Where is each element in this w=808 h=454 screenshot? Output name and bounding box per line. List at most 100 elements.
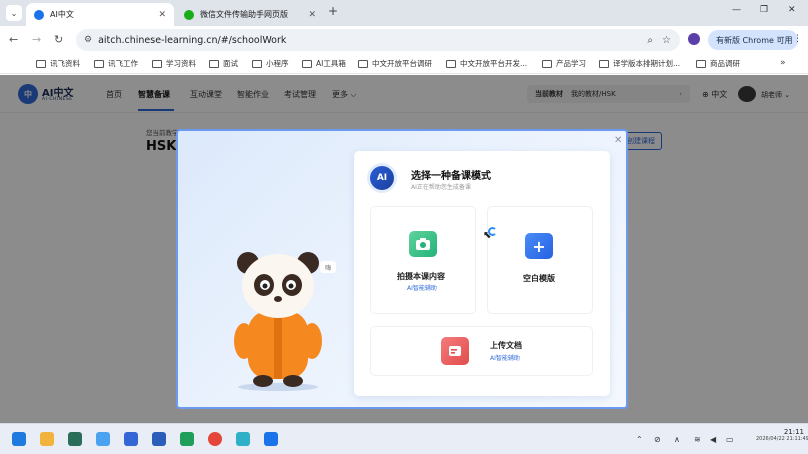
file-explorer-icon[interactable]	[40, 432, 54, 446]
mode-selection-card: AI 选择一种备课模式 AI正在帮助您生成备课 拍摄本课内容 AI智能辅助 + …	[354, 151, 610, 396]
active-app-icon[interactable]	[264, 432, 278, 446]
bookmark-folder[interactable]: 产品学习	[542, 58, 586, 69]
site-info-icon[interactable]: ⚙	[84, 35, 92, 45]
more-menu-icon[interactable]: ⋮	[793, 34, 802, 44]
clock-time: 21:11	[783, 428, 804, 436]
ai-app-icon[interactable]	[124, 432, 138, 446]
chevron-up-icon[interactable]: ⌃	[636, 435, 643, 444]
url-text: aitch.chinese-learning.cn/#/schoolWork	[98, 34, 287, 46]
upload-document-sub: AI智能辅助	[490, 355, 520, 362]
spreadsheet-icon[interactable]	[180, 432, 194, 446]
folder-icon	[696, 59, 706, 68]
folder-icon	[94, 59, 104, 68]
bookmark-folder[interactable]: 中文开放平台开发...	[446, 58, 527, 69]
forward-icon[interactable]: →	[32, 33, 41, 46]
bookmark-folder[interactable]: 译学版本排期计划...	[599, 58, 680, 69]
bookmark-folder[interactable]: 讯飞资料	[36, 58, 80, 69]
close-icon[interactable]: ✕	[614, 135, 622, 146]
bookmarks-overflow-icon[interactable]: »	[780, 58, 786, 68]
new-tab-button[interactable]: +	[328, 4, 338, 18]
folder-icon	[446, 59, 456, 68]
word-icon[interactable]	[152, 432, 166, 446]
bookmark-folder[interactable]: AI工具箱	[302, 58, 346, 69]
ai-favicon-icon	[34, 9, 44, 20]
bookmark-label: AI工具箱	[316, 59, 346, 68]
clock-date: 2026/04/22 21:11:49	[756, 436, 808, 442]
folder-icon	[599, 59, 609, 68]
battery-icon[interactable]: ▭	[726, 435, 734, 444]
blank-template-label: 空白模版	[523, 274, 555, 283]
address-bar[interactable]: ⚙ aitch.chinese-learning.cn/#/schoolWork…	[76, 29, 680, 51]
camera-icon	[409, 231, 437, 257]
chrome-update-button[interactable]: 有新版 Chrome 可用	[708, 30, 798, 50]
minimize-icon[interactable]: —	[732, 5, 741, 15]
pen-icon[interactable]: ∧	[674, 435, 680, 444]
restore-icon[interactable]: ❐	[760, 5, 768, 15]
system-clock[interactable]: 21:11 2026/04/22 21:11:49	[756, 428, 808, 442]
modal-subtitle: AI正在帮助您生成备课	[411, 184, 471, 191]
prep-mode-modal: ✕ 嗨 AI 选择一种备课模式 AI正在帮助您生成备课 拍摄本课内容 AI智能辅…	[176, 129, 628, 409]
modal-title: 选择一种备课模式	[411, 171, 491, 182]
back-icon[interactable]: ←	[9, 33, 18, 46]
volume-icon[interactable]: ◀	[710, 435, 716, 444]
close-tab-icon[interactable]: ✕	[158, 10, 166, 20]
folder-icon	[209, 59, 219, 68]
photo-lesson-label: 拍摄本课内容	[397, 272, 445, 281]
tab-search-icon[interactable]: ⌄	[6, 5, 22, 21]
tab-wechat-file[interactable]: 微信文件传输助手网页版 ✕	[176, 3, 324, 26]
bookmark-folder[interactable]: 面试	[209, 58, 238, 69]
browser-tab-strip: ⌄ AI中文 ✕ 微信文件传输助手网页版 ✕ + — ❐ ✕	[0, 0, 808, 26]
chrome-icon[interactable]	[208, 432, 222, 446]
bookmark-label: 学习资料	[166, 59, 196, 68]
bookmark-label: 讯飞资料	[50, 59, 80, 68]
folder-icon	[358, 59, 368, 68]
bookmark-folder[interactable]: 学习资料	[152, 58, 196, 69]
speech-bubble: 嗨	[320, 261, 336, 273]
plus-icon: +	[525, 233, 553, 259]
web-page: 中 AI中文 AI·CHINESE 首页 智慧备课 互动课堂 智能作业 考试管理…	[0, 75, 808, 423]
blank-template-option[interactable]: + 空白模版	[487, 206, 593, 314]
app-icon[interactable]	[236, 432, 250, 446]
bookmark-label: 译学版本排期计划...	[613, 59, 681, 68]
document-icon	[441, 337, 469, 365]
bookmark-label: 中文开放平台调研	[372, 59, 432, 68]
close-window-icon[interactable]: ✕	[788, 5, 796, 15]
bookmark-label: 讯飞工作	[108, 59, 138, 68]
tab-title: AI中文	[50, 10, 74, 19]
bookmark-folder[interactable]: 讯飞工作	[94, 58, 138, 69]
folder-icon	[152, 59, 162, 68]
upload-document-option[interactable]: 上传文档 AI智能辅助	[370, 326, 593, 376]
browser-toolbar: ← → ↻ ⚙ aitch.chinese-learning.cn/#/scho…	[0, 26, 808, 54]
tab-title: 微信文件传输助手网页版	[200, 10, 288, 19]
profile-avatar[interactable]	[688, 33, 700, 45]
app-icon[interactable]	[96, 432, 110, 446]
notifications-off-icon[interactable]: ⊘	[654, 435, 661, 444]
bookmark-label: 中文开放平台开发...	[460, 59, 528, 68]
bookmark-folder[interactable]: 小程序	[252, 58, 289, 69]
photo-lesson-option[interactable]: 拍摄本课内容 AI智能辅助	[370, 206, 476, 314]
folder-icon	[36, 59, 46, 68]
bookmarks-bar: 讯飞资料 讯飞工作 学习资料 面试 小程序 AI工具箱 中文开放平台调研 中文开…	[0, 54, 808, 74]
reload-icon[interactable]: ↻	[54, 33, 63, 46]
bookmark-folder[interactable]: 商品调研	[696, 58, 740, 69]
bookmark-star-icon[interactable]: ☆	[662, 35, 671, 46]
close-tab-icon[interactable]: ✕	[308, 10, 316, 20]
windows-taskbar: ⌃ ⊘ ∧ ≋ ◀ ▭ 21:11 2026/04/22 21:11:49	[0, 423, 808, 454]
wifi-icon[interactable]: ≋	[694, 435, 701, 444]
bookmark-label: 商品调研	[710, 59, 740, 68]
mouse-cursor-icon: ⬉	[483, 230, 492, 241]
bookmark-label: 小程序	[266, 59, 289, 68]
folder-icon	[252, 59, 262, 68]
windows-start-icon[interactable]	[12, 432, 26, 446]
folder-icon	[542, 59, 552, 68]
bookmark-label: 产品学习	[556, 59, 586, 68]
tab-ai-chinese[interactable]: AI中文 ✕	[26, 3, 174, 26]
zoom-icon[interactable]: ⌕	[647, 35, 653, 46]
folder-icon	[302, 59, 312, 68]
bookmark-folder[interactable]: 中文开放平台调研	[358, 58, 432, 69]
bookmark-label: 面试	[223, 59, 238, 68]
photo-lesson-sub: AI智能辅助	[407, 285, 437, 292]
store-icon[interactable]	[68, 432, 82, 446]
ai-badge-icon: AI	[370, 166, 394, 190]
upload-document-label: 上传文档	[490, 341, 522, 350]
